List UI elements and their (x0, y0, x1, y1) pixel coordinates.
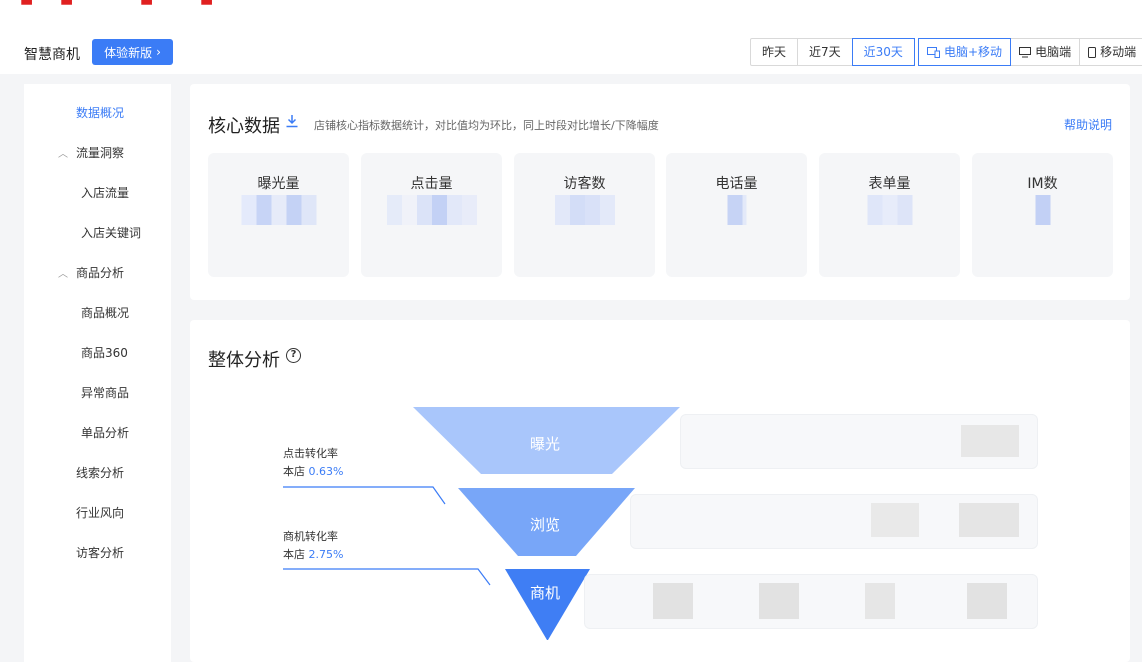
metric-card: IM数 (972, 153, 1113, 277)
core-data-card: 核心数据 店铺核心指标数据统计，对比值均为环比，同上时段对比增长/下降幅度 帮助… (190, 84, 1130, 300)
metric-card: 访客数 (514, 153, 655, 277)
rate-prefix: 本店 (283, 465, 309, 478)
rate-line-click (283, 486, 446, 505)
download-icon[interactable] (285, 114, 299, 128)
rate-name: 点击转化率 (283, 447, 338, 460)
sidebar-group-traffic[interactable]: ︿ 流量洞察 (58, 144, 205, 161)
metric-label: 表单量 (868, 176, 911, 192)
device-selector: 电脑+移动 电脑端 移动端 (918, 38, 1142, 66)
redacted-value (759, 583, 799, 619)
device-all-button[interactable]: 电脑+移动 (918, 38, 1012, 66)
sidebar-item-product-overview[interactable]: 商品概况 (81, 304, 228, 321)
metric-label: 点击量 (410, 176, 453, 192)
redacted-value (653, 583, 693, 619)
redacted-value (959, 503, 1019, 537)
mobile-icon (1088, 46, 1097, 58)
metric-value-redacted (867, 195, 912, 225)
funnel-label-lead: 商机 (530, 584, 561, 602)
metric-value-redacted (241, 195, 316, 225)
rate-line-lead (283, 568, 491, 586)
help-link[interactable]: 帮助说明 (1064, 116, 1112, 133)
lead-conversion-rate: 商机转化率 本店 2.75% (283, 528, 343, 564)
chevron-up-icon: ︿ (58, 149, 68, 160)
metric-card: 点击量 (361, 153, 502, 277)
metric-card: 电话量 (666, 153, 807, 277)
date-range-yesterday[interactable]: 昨天 (751, 39, 799, 65)
device-mobile-label: 移动端 (1100, 45, 1137, 59)
metric-value-redacted (727, 195, 746, 225)
overall-analysis-card: 整体分析 ? 曝光 浏览 商机 点击转化率 本店 0.63% 商机转化率 本店 … (190, 320, 1130, 662)
metric-label: 曝光量 (257, 176, 300, 192)
rate-name: 商机转化率 (283, 530, 338, 543)
desktop-icon (1019, 46, 1032, 57)
metric-value-redacted (1035, 195, 1050, 225)
sidebar-group-product[interactable]: ︿ 商品分析 (58, 264, 205, 281)
date-range-30days[interactable]: 近30天 (851, 38, 915, 66)
funnel-bar-lead (584, 574, 1038, 629)
metric-card: 曝光量 (208, 153, 349, 277)
redacted-value (871, 503, 919, 537)
metric-label: IM数 (1027, 176, 1058, 192)
redacted-value (961, 425, 1019, 457)
device-desktop-button[interactable]: 电脑端 (1011, 38, 1081, 66)
try-new-version-button[interactable]: 体验新版 › (92, 39, 173, 65)
header: 智慧商机 体验新版 › 昨天 近7天 近30天 电脑+移动 电脑端 移动端 (0, 14, 1142, 74)
chevron-up-icon: ︿ (58, 269, 68, 280)
funnel-label-browse: 浏览 (530, 516, 561, 534)
device-desktop-label: 电脑端 (1035, 45, 1072, 59)
redacted-value (967, 583, 1007, 619)
chevron-right-icon: › (156, 45, 161, 59)
funnel-bar-exposure (680, 414, 1038, 469)
sidebar: 数据概况 ︿ 流量洞察 入店流量 入店关键词 ︿ 商品分析 商品概况 商品360… (24, 84, 171, 662)
rate-value: 0.63% (308, 465, 344, 478)
metric-value-redacted (554, 195, 615, 225)
device-all-label: 电脑+移动 (944, 45, 1003, 59)
core-data-subtitle: 店铺核心指标数据统计，对比值均为环比，同上时段对比增长/下降幅度 (314, 119, 659, 132)
redacted-value (865, 583, 895, 619)
click-conversion-rate: 点击转化率 本店 0.63% (283, 445, 343, 481)
desktop-mobile-icon (927, 46, 940, 58)
date-range-7days[interactable]: 近7天 (798, 39, 853, 65)
metric-card: 表单量 (819, 153, 960, 277)
top-strip: ■■■■ (0, 0, 1142, 14)
funnel-label-exposure: 曝光 (530, 435, 561, 453)
funnel-stage-lead (505, 569, 590, 640)
metric-label: 电话量 (715, 176, 758, 192)
rate-value: 2.75% (308, 548, 344, 561)
sidebar-group-label: 流量洞察 (76, 146, 125, 160)
device-mobile-button[interactable]: 移动端 (1080, 38, 1142, 66)
sidebar-group-label: 商品分析 (76, 266, 125, 280)
metric-value-redacted (386, 195, 477, 225)
metric-label: 访客数 (563, 176, 606, 192)
funnel-bar-browse (630, 494, 1038, 549)
date-range-selector: 昨天 近7天 近30天 (750, 38, 915, 66)
brand-title: 智慧商机 (24, 47, 80, 63)
rate-prefix: 本店 (283, 548, 309, 561)
core-data-title: 核心数据 (208, 116, 280, 137)
try-new-version-label: 体验新版 (104, 45, 153, 60)
